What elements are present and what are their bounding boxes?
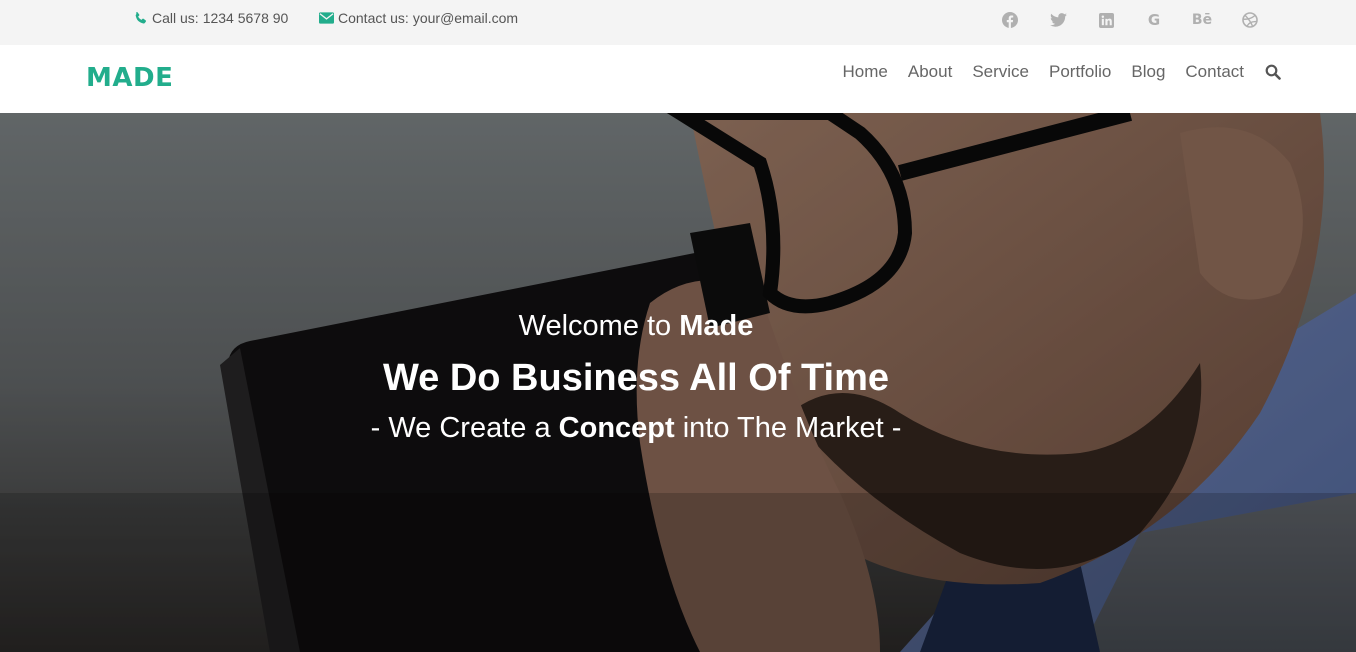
phone-label: Call us:: [152, 10, 199, 26]
email-address: your@email.com: [412, 10, 519, 26]
menu-item-service[interactable]: Service: [972, 62, 1029, 82]
hero-subtitle: - We Create a Concept into The Market -: [0, 409, 1272, 447]
hero-welcome: Welcome to Made: [0, 307, 1272, 345]
top-bar: Call us: 1234 5678 90 Contact us: your@e…: [0, 0, 1356, 45]
menu-item-blog[interactable]: Blog: [1131, 62, 1165, 82]
site-logo[interactable]: MADE: [86, 63, 173, 93]
menu-item-portfolio[interactable]: Portfolio: [1049, 62, 1111, 82]
hero-text-block: Welcome to Made We Do Business All Of Ti…: [0, 113, 1272, 652]
linkedin-icon[interactable]: [1094, 10, 1118, 30]
social-links: G Bē: [998, 10, 1262, 30]
email-label: Contact us:: [338, 10, 409, 26]
facebook-icon[interactable]: [998, 10, 1022, 30]
google-icon[interactable]: G: [1142, 10, 1166, 30]
hero-subtitle-prefix: - We Create a: [370, 412, 551, 444]
search-icon[interactable]: [1264, 63, 1282, 81]
hero-title: We Do Business All Of Time: [382, 357, 890, 399]
phone-icon: [135, 11, 147, 23]
hero-welcome-prefix: Welcome to: [518, 310, 672, 342]
nav-bar: MADE Home About Service Portfolio Blog C…: [0, 45, 1356, 113]
main-menu: Home About Service Portfolio Blog Contac…: [843, 62, 1282, 82]
hero-welcome-brand: Made: [679, 310, 754, 342]
menu-item-home[interactable]: Home: [843, 62, 888, 82]
hero-banner: Welcome to Made We Do Business All Of Ti…: [0, 113, 1356, 652]
behance-icon[interactable]: Bē: [1190, 10, 1214, 30]
envelope-icon: [319, 12, 334, 24]
phone-number: 1234 5678 90: [202, 10, 289, 26]
menu-item-contact[interactable]: Contact: [1185, 62, 1244, 82]
dribbble-icon[interactable]: [1238, 10, 1262, 30]
hero-subtitle-suffix: into The Market -: [682, 412, 902, 444]
twitter-icon[interactable]: [1046, 10, 1070, 30]
phone-contact[interactable]: Call us: 1234 5678 90: [133, 9, 288, 27]
page: Call us: 1234 5678 90 Contact us: your@e…: [0, 0, 1356, 652]
menu-item-about[interactable]: About: [908, 62, 952, 82]
email-contact[interactable]: Contact us: your@email.com: [319, 9, 518, 27]
hero-subtitle-bold: Concept: [558, 412, 675, 444]
